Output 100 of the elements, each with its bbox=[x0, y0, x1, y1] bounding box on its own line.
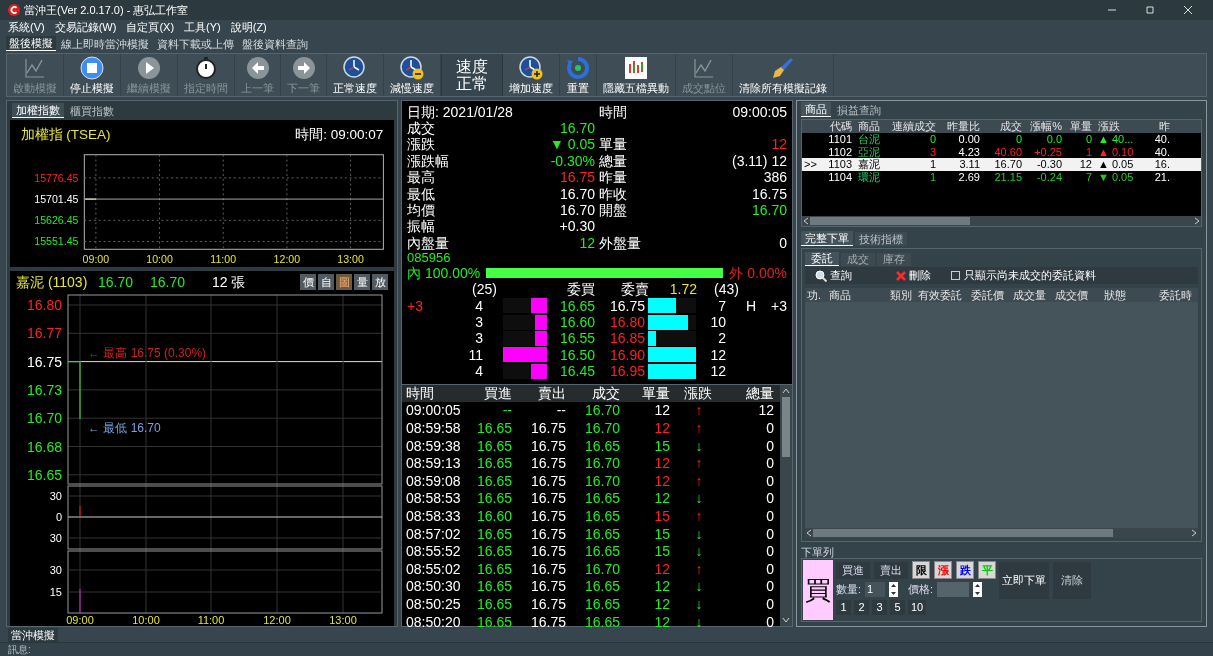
toolbar-button[interactable]: 減慢速度 bbox=[384, 54, 441, 96]
order-subtab[interactable]: 成交 bbox=[841, 253, 875, 266]
menu-item[interactable]: 系統(V) bbox=[8, 21, 45, 34]
toolbar-button[interactable]: 正常速度 bbox=[327, 54, 384, 96]
scroll-thumb[interactable] bbox=[810, 217, 970, 225]
quote-value: 16.70 bbox=[750, 201, 787, 219]
column-header: 單量 bbox=[641, 385, 671, 403]
chart-tool-button[interactable]: 放 bbox=[372, 274, 388, 290]
ask-price: 16.75 bbox=[608, 297, 645, 314]
chart-tool-button[interactable]: 圖 bbox=[336, 274, 352, 290]
main-tab[interactable]: 盤後模擬 bbox=[6, 36, 56, 51]
menu-item[interactable]: 工具(Y) bbox=[184, 21, 221, 34]
quantity-preset-button[interactable]: 2 bbox=[854, 599, 869, 615]
table-cell-text: 1 bbox=[1084, 145, 1093, 158]
stock-open: 16.70 bbox=[150, 272, 187, 292]
chart-tool-button[interactable]: 自 bbox=[318, 274, 334, 290]
toolbar-button[interactable]: 停止模擬 bbox=[64, 54, 121, 96]
quote-label: 振幅 bbox=[407, 218, 436, 235]
tick-time: 08:50:30 bbox=[406, 578, 460, 596]
ask-price: 16.90 bbox=[608, 346, 645, 364]
price-type-button[interactable]: 跌 bbox=[956, 561, 974, 579]
toolbar-button[interactable]: 重置 bbox=[560, 54, 597, 96]
tick-time: 08:57:02 bbox=[406, 525, 460, 544]
tick-price: 16.65 bbox=[583, 490, 621, 509]
price-field[interactable] bbox=[937, 581, 970, 597]
scrollbar[interactable] bbox=[805, 528, 1198, 538]
stock-volume: 12 張 bbox=[212, 272, 246, 292]
axis-label: 16.80 bbox=[26, 297, 62, 313]
quantity-preset-button[interactable]: 5 bbox=[890, 599, 905, 615]
bottom-tab[interactable]: 當沖模擬 bbox=[8, 628, 58, 642]
axis-label: 10:00 bbox=[132, 614, 160, 626]
index-tab[interactable]: 櫃買指數 bbox=[66, 104, 118, 119]
table-cell-text: 21. bbox=[1153, 170, 1171, 183]
filter-label: 只顯示尚未成交的委託資料 bbox=[964, 268, 1096, 284]
tick-direction: ↑ bbox=[695, 508, 703, 526]
axis-label: 09:00 bbox=[66, 614, 94, 626]
tick-volume: 12 bbox=[653, 402, 671, 421]
chart-tool-button[interactable]: 價 bbox=[300, 274, 316, 290]
table-cell-text: 16.70 bbox=[993, 158, 1023, 171]
submit-order-button[interactable]: 立即下單 bbox=[999, 562, 1049, 599]
axis-label: 10:00 bbox=[146, 253, 173, 266]
row-marker: >> bbox=[803, 158, 818, 171]
scrollbar[interactable] bbox=[780, 385, 792, 626]
menu-item[interactable]: 交易記錄(W) bbox=[54, 21, 117, 34]
main-tab[interactable]: 線上即時當沖模擬 bbox=[58, 37, 152, 51]
product-row[interactable]: >> 1103 嘉泥 1 3.11 16.70 -0.30 12 ▲ 0.05 16. bbox=[802, 158, 1201, 171]
quantity-field[interactable]: 1 bbox=[865, 581, 886, 597]
menu-item[interactable]: 說明(Z) bbox=[230, 21, 267, 34]
toolbar-button[interactable]: 增加速度 bbox=[503, 54, 560, 96]
scroll-thumb[interactable] bbox=[813, 529, 1113, 537]
table-cell-text: 7 bbox=[1084, 170, 1093, 183]
delete-button[interactable]: 刪除 bbox=[896, 267, 931, 284]
speed-text: 速度 bbox=[456, 58, 488, 75]
tick-direction: ↑ bbox=[695, 472, 703, 491]
tick-direction: ↓ bbox=[695, 490, 703, 509]
tick-total: 0 bbox=[765, 543, 775, 561]
tick-direction: ↓ bbox=[695, 525, 703, 544]
clear-button[interactable]: 清除 bbox=[1053, 562, 1091, 599]
bid-price: 16.60 bbox=[558, 313, 595, 331]
query-button[interactable]: 查詢 bbox=[815, 267, 852, 284]
column-header: 漲跌 bbox=[683, 385, 713, 403]
axis-label: 0 bbox=[55, 511, 62, 523]
toolbar-button[interactable]: 隱藏五檔異動 bbox=[597, 54, 676, 96]
product-tab[interactable]: 商品 bbox=[801, 102, 831, 117]
main-tab[interactable]: 資料下載或上傳 bbox=[154, 37, 237, 51]
order-action-button[interactable]: 買進 bbox=[836, 561, 870, 579]
stopwatch-icon bbox=[194, 56, 218, 80]
tick-time: 08:50:20 bbox=[406, 613, 460, 632]
line-chart-icon bbox=[23, 56, 47, 80]
close-icon[interactable] bbox=[1182, 4, 1194, 16]
order-subtab[interactable]: 委託 bbox=[805, 252, 839, 266]
menu-item[interactable]: 自定頁(X) bbox=[126, 21, 175, 34]
index-tab[interactable]: 加權指數 bbox=[12, 103, 64, 119]
price-type-button[interactable]: 限 bbox=[912, 561, 930, 579]
ask-total: (43) bbox=[713, 281, 739, 298]
quantity-preset-button[interactable]: 10 bbox=[908, 599, 927, 615]
product-tab[interactable]: 損益查詢 bbox=[833, 103, 885, 117]
bid-price: 16.45 bbox=[558, 363, 595, 380]
scroll-thumb[interactable] bbox=[782, 397, 790, 458]
maximize-icon[interactable] bbox=[1144, 4, 1156, 16]
quote-label: 漲跌 bbox=[407, 136, 436, 153]
column-header: 委買 bbox=[566, 281, 595, 298]
axis-label: 16.75 bbox=[26, 353, 62, 370]
play-icon bbox=[137, 56, 161, 80]
order-tab[interactable]: 技術指標 bbox=[855, 232, 907, 246]
chart-tool-button[interactable]: 量 bbox=[354, 274, 370, 290]
toolbar-button[interactable]: 清除所有模擬記錄 bbox=[733, 54, 834, 96]
bid-quantity: 3 bbox=[474, 330, 483, 347]
tick-price: 16.65 bbox=[583, 613, 621, 632]
order-tab[interactable]: 完整下單 bbox=[801, 231, 853, 246]
scroll-right-icon bbox=[1190, 529, 1198, 537]
quantity-preset-button[interactable]: 1 bbox=[836, 599, 851, 615]
main-tab[interactable]: 盤後資料查詢 bbox=[239, 37, 311, 51]
quantity-preset-button[interactable]: 3 bbox=[872, 599, 887, 615]
tick-total: 0 bbox=[765, 578, 775, 596]
order-action-button[interactable]: 賣出 bbox=[874, 561, 908, 579]
filter-checkbox[interactable] bbox=[951, 271, 960, 280]
ask-price: 16.80 bbox=[608, 313, 645, 331]
scrollbar[interactable] bbox=[802, 216, 1201, 226]
order-subtab[interactable]: 庫存 bbox=[877, 253, 911, 266]
